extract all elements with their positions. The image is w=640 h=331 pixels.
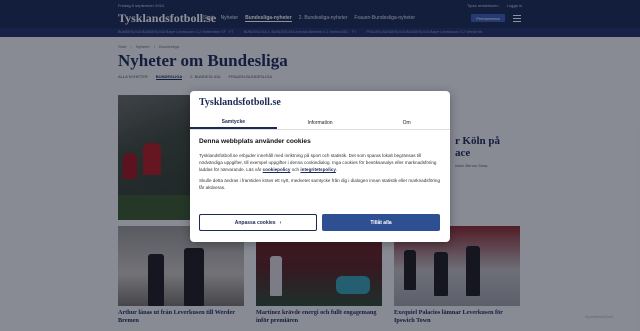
allow-all-button[interactable]: Tillåt alla (322, 214, 440, 231)
cookie-policy-link[interactable]: cookiepolicy (263, 167, 291, 172)
dialog-tabs: Samtycke Information Om (190, 116, 450, 130)
chevron-right-icon: › (279, 219, 282, 226)
dialog-body: Tysklandsfotboll.se erbjuder innehåll me… (199, 153, 441, 190)
privacy-policy-link[interactable]: integritetspolicy (300, 167, 335, 172)
cookie-consent-dialog: Tysklandsfotboll.se Samtycke Information… (190, 91, 450, 242)
customize-cookies-button[interactable]: Anpassa cookies › (199, 214, 317, 231)
dialog-logo: Tysklandsfotboll.se (199, 97, 281, 108)
tab-consent[interactable]: Samtycke (190, 116, 277, 129)
dialog-text-2: Skulle detta ändras i framtiden krävs et… (199, 178, 441, 190)
tab-about[interactable]: Om (363, 116, 450, 129)
dialog-heading: Denna webbplats använder cookies (199, 138, 311, 145)
conjunction-text: och (291, 167, 300, 172)
tab-information[interactable]: Information (277, 116, 364, 129)
customize-cookies-label: Anpassa cookies (234, 219, 276, 226)
